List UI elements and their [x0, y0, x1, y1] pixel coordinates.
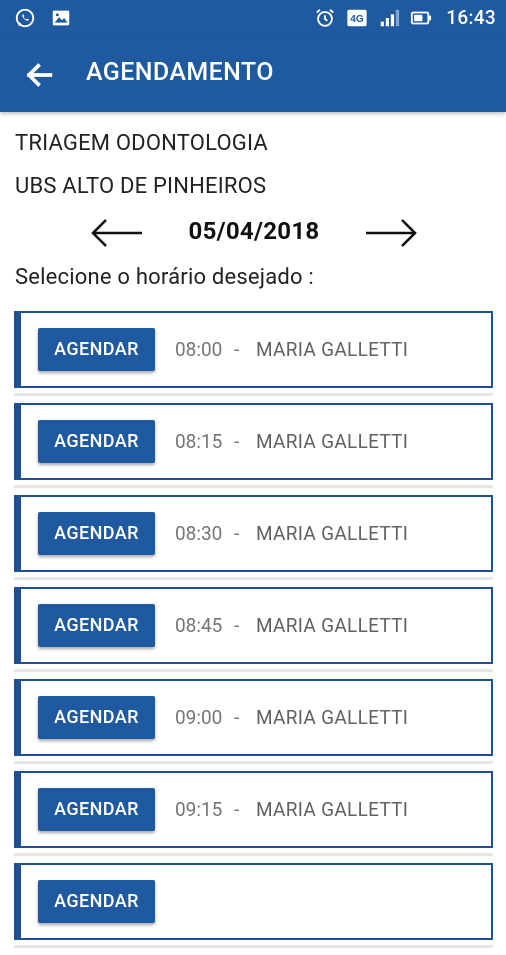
schedule-button[interactable]: AGENDAR	[38, 788, 155, 831]
slot-professional: MARIA GALLETTI	[256, 338, 409, 361]
time-slot-item: AGENDAR 08:30 - MARIA GALLETTI	[14, 495, 493, 580]
slot-separator: -	[234, 338, 240, 361]
status-right-icons: 4G 16:43	[314, 6, 496, 29]
app-bar: AGENDAMENTO	[0, 36, 506, 112]
arrow-right-icon[interactable]	[364, 214, 418, 252]
time-slot-item: AGENDAR 09:15 - MARIA GALLETTI	[14, 771, 493, 856]
status-clock: 16:43	[446, 6, 496, 29]
time-slot-item: AGENDAR 09:00 - MARIA GALLETTI	[14, 679, 493, 764]
slot-professional: MARIA GALLETTI	[256, 430, 409, 453]
slot-professional: MARIA GALLETTI	[256, 614, 409, 637]
slot-time: 09:00	[175, 706, 223, 729]
date-navigator: 05/04/2018	[88, 210, 420, 256]
status-left-icons	[14, 7, 72, 29]
battery-icon	[411, 11, 432, 24]
time-slot-item: AGENDAR 08:15 - MARIA GALLETTI	[14, 403, 493, 488]
time-slot-item: AGENDAR 08:00 - MARIA GALLETTI	[14, 311, 493, 396]
slot-separator: -	[234, 798, 240, 821]
network-4g-icon: 4G	[347, 9, 367, 26]
slot-separator: -	[234, 430, 240, 453]
slot-professional: MARIA GALLETTI	[256, 798, 409, 821]
slot-professional: MARIA GALLETTI	[256, 706, 409, 729]
specialty-label: TRIAGEM ODONTOLOGIA	[15, 131, 268, 156]
whatsapp-icon	[15, 8, 35, 28]
slot-professional: MARIA GALLETTI	[256, 522, 409, 545]
schedule-button[interactable]: AGENDAR	[38, 880, 155, 923]
page-title: AGENDAMENTO	[86, 58, 274, 87]
time-selection-prompt: Selecione o horário desejado :	[15, 265, 314, 290]
slot-separator: -	[234, 614, 240, 637]
health-unit-label: UBS ALTO DE PINHEIROS	[15, 174, 267, 199]
slot-time: 08:15	[175, 430, 223, 453]
slot-time: 08:45	[175, 614, 223, 637]
slot-separator: -	[234, 522, 240, 545]
time-slot-item: AGENDAR 08:45 - MARIA GALLETTI	[14, 587, 493, 672]
schedule-button[interactable]: AGENDAR	[38, 696, 155, 739]
slot-separator: -	[234, 706, 240, 729]
time-slot-list: AGENDAR 08:00 - MARIA GALLETTI AGENDAR 0…	[14, 311, 493, 955]
schedule-button[interactable]: AGENDAR	[38, 604, 155, 647]
schedule-button[interactable]: AGENDAR	[38, 420, 155, 463]
schedule-button[interactable]: AGENDAR	[38, 328, 155, 371]
slot-time: 08:30	[175, 522, 223, 545]
slot-time: 08:00	[175, 338, 223, 361]
time-slot-item: AGENDAR	[14, 863, 493, 948]
schedule-button[interactable]: AGENDAR	[38, 512, 155, 555]
signal-icon	[381, 9, 400, 26]
status-bar: 4G 16:43	[0, 0, 506, 36]
slot-time: 09:15	[175, 798, 223, 821]
alarm-icon	[316, 8, 335, 27]
network-4g-label: 4G	[351, 14, 365, 25]
image-icon	[52, 10, 70, 26]
arrow-back-icon[interactable]	[22, 58, 56, 92]
